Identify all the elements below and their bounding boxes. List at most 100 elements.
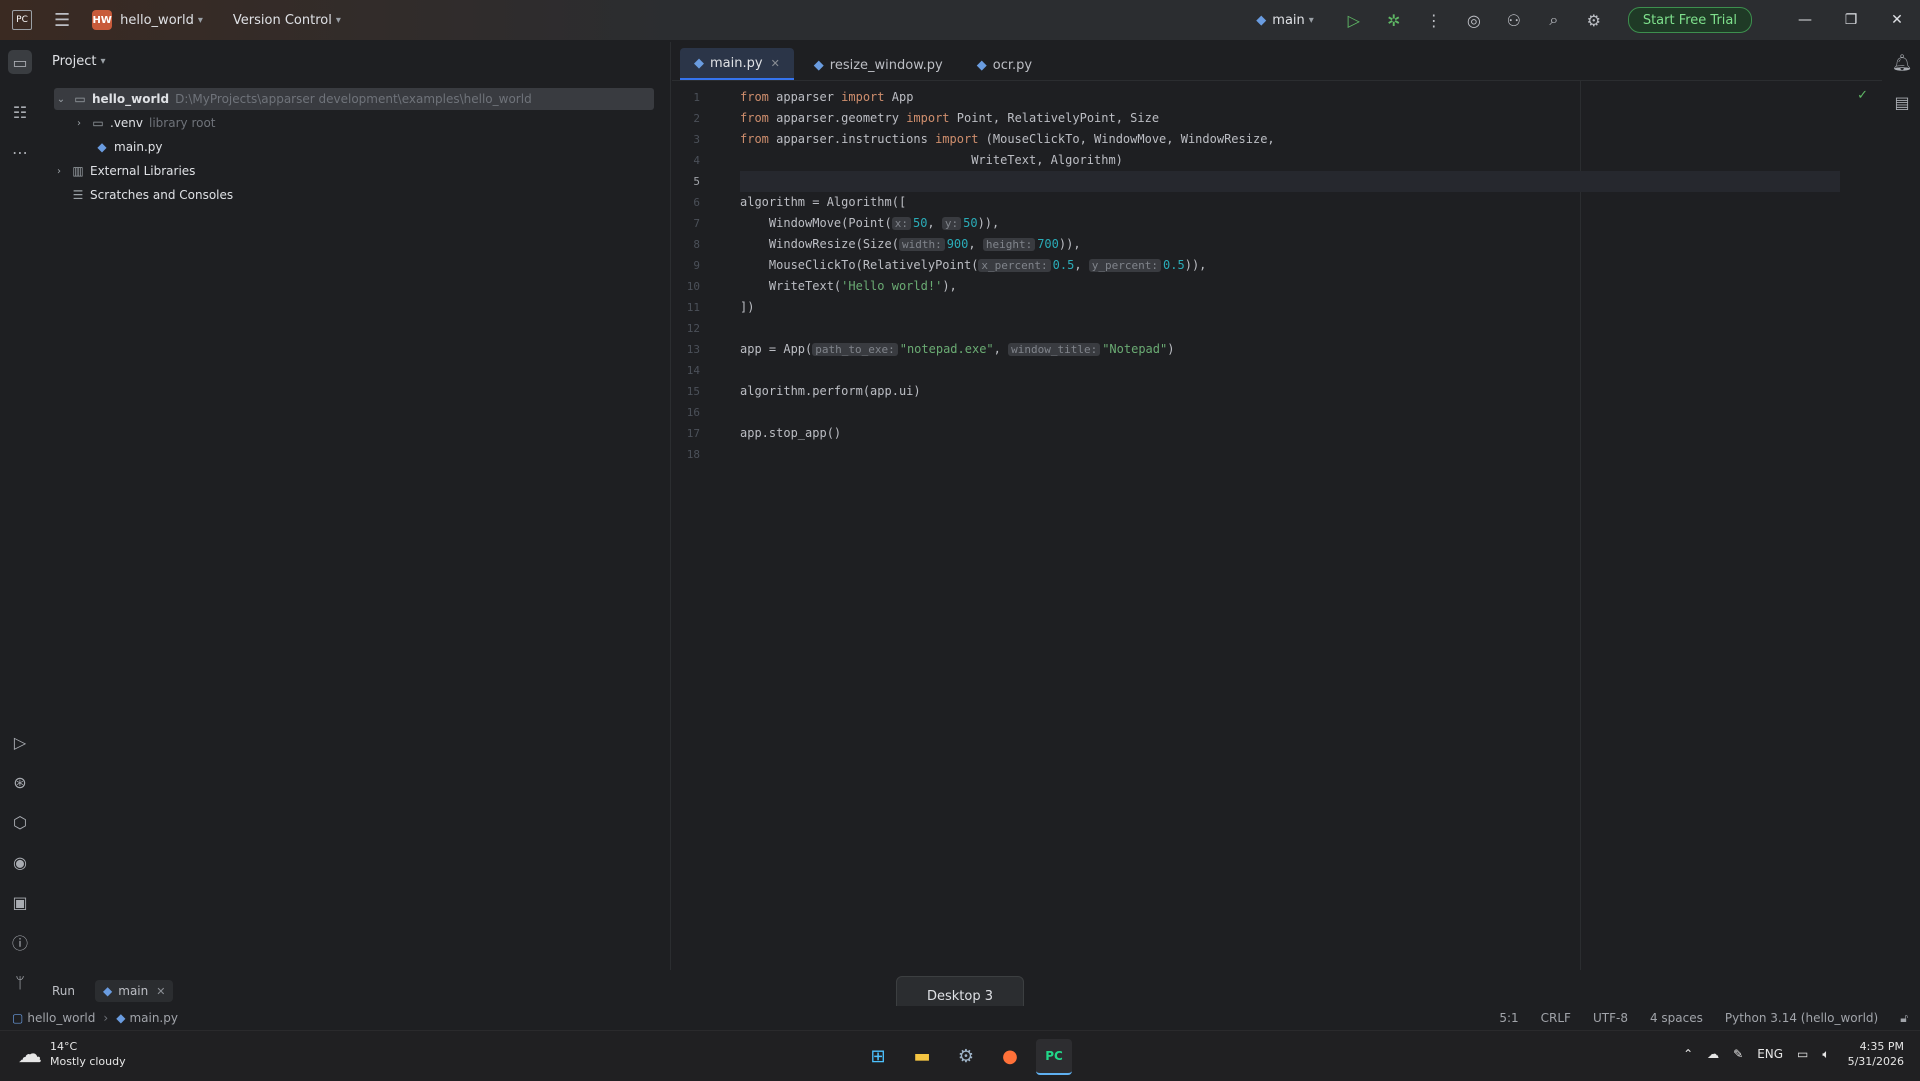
ai-assistant-icon[interactable]: ◎ bbox=[1460, 11, 1488, 30]
line-number: 12 bbox=[686, 322, 700, 335]
file-encoding[interactable]: UTF-8 bbox=[1593, 1011, 1628, 1025]
start-free-trial-button[interactable]: Start Free Trial bbox=[1627, 7, 1752, 33]
status-bar: ▢ hello_world › ◆ main.py 5:1 CRLF UTF-8… bbox=[0, 1006, 1920, 1030]
python-console-icon[interactable]: ⊛ bbox=[8, 770, 32, 794]
run-config-selector[interactable]: ◆ main ▾ bbox=[1256, 13, 1314, 28]
file-explorer-icon[interactable]: ▬ bbox=[904, 1039, 940, 1073]
structure-icon[interactable]: ☷ bbox=[8, 100, 32, 124]
close-icon[interactable]: ✕ bbox=[1874, 12, 1920, 28]
services-icon[interactable]: ◉ bbox=[8, 850, 32, 874]
clock-time: 4:35 PM bbox=[1859, 1040, 1904, 1053]
run-tool-icon[interactable]: ▷ bbox=[8, 730, 32, 754]
line-number: 11 bbox=[686, 301, 700, 314]
clock[interactable]: 4:35 PM 5/31/2026 bbox=[1848, 1039, 1904, 1069]
line-number: 9 bbox=[693, 259, 700, 272]
tree-item-root[interactable]: ⌄ ▭ hello_world D:\MyProjects\apparser d… bbox=[54, 88, 654, 110]
more-tools-icon[interactable]: ⋯ bbox=[8, 140, 32, 164]
run-label[interactable]: Run bbox=[52, 984, 75, 998]
line-separator[interactable]: CRLF bbox=[1541, 1011, 1571, 1025]
run-icon[interactable]: ▷ bbox=[1340, 11, 1368, 30]
project-folder-icon[interactable]: ▭ bbox=[8, 50, 32, 74]
settings-gear-icon[interactable]: ⚙ bbox=[1580, 11, 1608, 30]
notifications-bell-icon[interactable]: 🔔︎ bbox=[1890, 50, 1914, 74]
code-line: from apparser import App bbox=[740, 90, 914, 104]
code-area[interactable]: from apparser import App from apparser.g… bbox=[740, 87, 1840, 465]
root-folder-name: hello_world bbox=[92, 92, 170, 106]
code-with-me-icon[interactable]: ⚇ bbox=[1500, 11, 1528, 30]
left-tool-strip: ▭ ☷ ⋯ ▷ ⊛ ⬡ ◉ ▣ ⓘ ᛘ bbox=[0, 40, 40, 1030]
tab-resize-window-py[interactable]: ◆ resize_window.py bbox=[800, 50, 957, 80]
weather-widget[interactable]: ☁ 14°C Mostly cloudy bbox=[18, 1039, 126, 1069]
run-config-label: main bbox=[1272, 12, 1305, 28]
python-icon: ◆ bbox=[103, 984, 113, 998]
windows-start-icon[interactable]: ⊞ bbox=[860, 1039, 896, 1073]
venv-note: library root bbox=[149, 116, 216, 130]
caret-position[interactable]: 5:1 bbox=[1499, 1011, 1518, 1025]
tree-item-external-libraries[interactable]: › ▥ External Libraries bbox=[52, 160, 195, 182]
code-line: app.stop_app() bbox=[740, 426, 842, 440]
restore-icon[interactable]: ❐ bbox=[1828, 12, 1874, 28]
code-line: from apparser.instructions import (Mouse… bbox=[740, 132, 1275, 146]
chevron-down-icon[interactable]: ⌄ bbox=[54, 94, 68, 105]
code-line-current bbox=[740, 171, 1840, 192]
line-number: 5 bbox=[693, 175, 700, 188]
chevron-right-icon[interactable]: › bbox=[52, 166, 66, 177]
search-icon[interactable]: ⌕ bbox=[1540, 10, 1568, 30]
python-packages-icon[interactable]: ⬡ bbox=[8, 810, 32, 834]
breadcrumb: ▢ hello_world › ◆ main.py bbox=[12, 1011, 178, 1025]
tree-item-main-py[interactable]: ◆ main.py bbox=[90, 136, 163, 158]
more-actions-icon[interactable]: ⋮ bbox=[1420, 11, 1448, 30]
tab-main-py[interactable]: ◆ main.py ✕ bbox=[680, 48, 794, 80]
main-file-name: main.py bbox=[114, 140, 163, 154]
pen-icon[interactable]: ✎ bbox=[1733, 1047, 1743, 1061]
python-interpreter[interactable]: Python 3.14 (hello_world) bbox=[1725, 1011, 1878, 1025]
line-number: 13 bbox=[686, 343, 700, 356]
code-editor[interactable]: ◆ main.py ✕ ◆ resize_window.py ◆ ocr.py … bbox=[672, 42, 1882, 970]
code-line: WriteText('Hello world!'), bbox=[740, 279, 957, 293]
tree-item-venv[interactable]: › ▭ .venv library root bbox=[72, 112, 216, 134]
minimize-icon[interactable]: — bbox=[1782, 12, 1828, 28]
tree-item-scratches[interactable]: ☰ Scratches and Consoles bbox=[66, 184, 234, 206]
network-icon[interactable]: ▭ bbox=[1797, 1047, 1808, 1061]
project-panel-header[interactable]: Project ▾ bbox=[40, 42, 670, 80]
ai-chat-icon[interactable]: ▤ bbox=[1890, 90, 1914, 114]
no-problems-check-icon[interactable]: ✓ bbox=[1857, 88, 1868, 103]
language-indicator[interactable]: ENG bbox=[1757, 1047, 1783, 1061]
close-tab-icon[interactable]: ✕ bbox=[156, 985, 165, 998]
settings-gear-icon[interactable]: ⚙ bbox=[948, 1039, 984, 1073]
windows-taskbar: ☁ 14°C Mostly cloudy ⊞ ▬ ⚙ ● PC ⌃ ☁ ✎ EN… bbox=[0, 1030, 1920, 1081]
lock-icon[interactable]: 🔓︎ bbox=[1900, 1011, 1908, 1026]
project-switcher[interactable]: hello_world bbox=[120, 13, 194, 28]
git-branch-icon[interactable]: ᛘ bbox=[8, 970, 32, 994]
main-menu-icon[interactable]: ☰ bbox=[54, 10, 70, 31]
indent-setting[interactable]: 4 spaces bbox=[1650, 1011, 1703, 1025]
run-tab-main[interactable]: ◆ main ✕ bbox=[95, 980, 174, 1002]
python-file-icon: ◆ bbox=[116, 1011, 126, 1025]
cloud-icon: ☁ bbox=[18, 1040, 42, 1068]
onedrive-cloud-icon[interactable]: ☁ bbox=[1707, 1047, 1719, 1061]
python-file-icon: ◆ bbox=[976, 57, 987, 73]
pycharm-icon[interactable]: PC bbox=[1036, 1039, 1072, 1075]
project-panel-title: Project bbox=[52, 53, 97, 69]
firefox-icon[interactable]: ● bbox=[992, 1039, 1028, 1073]
scratches-icon: ☰ bbox=[72, 188, 84, 202]
debug-icon[interactable]: ✲ bbox=[1380, 11, 1408, 30]
system-tray: ⌃ ☁ ✎ ENG ▭ 🔈︎ 4:35 PM 5/31/2026 bbox=[1669, 1039, 1904, 1069]
close-tab-icon[interactable]: ✕ bbox=[771, 57, 780, 70]
clock-date: 5/31/2026 bbox=[1847, 1055, 1904, 1068]
code-line: WriteText, Algorithm) bbox=[740, 153, 1123, 167]
breadcrumb-file[interactable]: main.py bbox=[129, 1011, 178, 1025]
chevron-right-icon[interactable]: › bbox=[72, 118, 86, 129]
vcs-menu[interactable]: Version Control bbox=[233, 13, 332, 28]
project-badge[interactable]: HW bbox=[92, 10, 113, 30]
volume-icon[interactable]: 🔈︎ bbox=[1822, 1047, 1829, 1062]
weather-temp: 14°C bbox=[50, 1040, 78, 1053]
terminal-icon[interactable]: ▣ bbox=[8, 890, 32, 914]
breadcrumb-project[interactable]: hello_world bbox=[27, 1011, 95, 1025]
tab-ocr-py[interactable]: ◆ ocr.py bbox=[963, 50, 1046, 80]
chevron-up-icon[interactable]: ⌃ bbox=[1683, 1047, 1693, 1061]
problems-icon[interactable]: ⓘ bbox=[8, 930, 32, 954]
code-line: algorithm.perform(app.ui) bbox=[740, 384, 921, 398]
